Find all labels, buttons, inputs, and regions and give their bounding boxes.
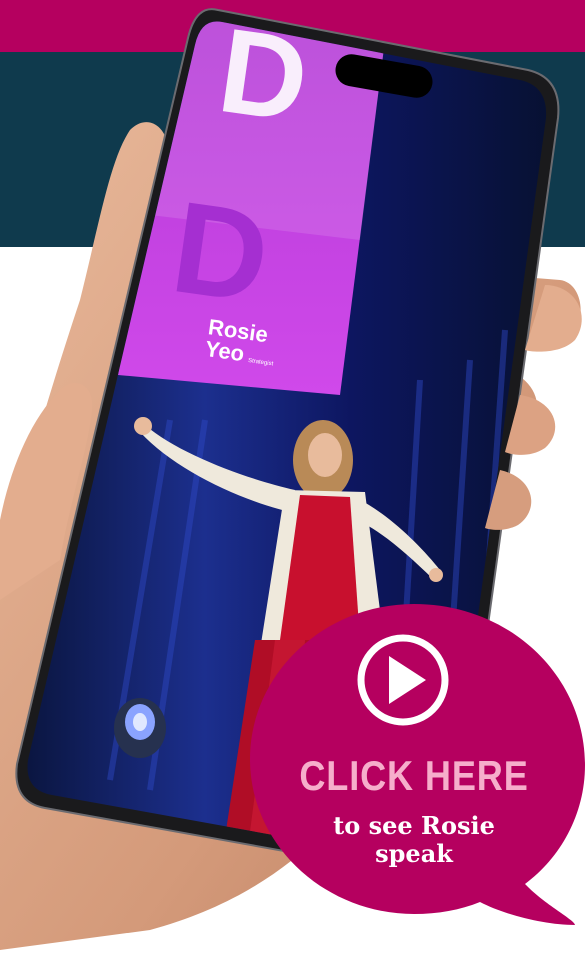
cta-title: CLICK HERE <box>299 752 529 799</box>
stage-light <box>114 698 166 758</box>
cta-line-1: to see Rosie <box>333 811 495 840</box>
cta-line-2: speak <box>375 839 453 868</box>
click-here-cta[interactable]: CLICK HERE to see Rosie speak <box>243 602 585 932</box>
cta-subtitle: to see Rosie speak <box>243 812 585 868</box>
